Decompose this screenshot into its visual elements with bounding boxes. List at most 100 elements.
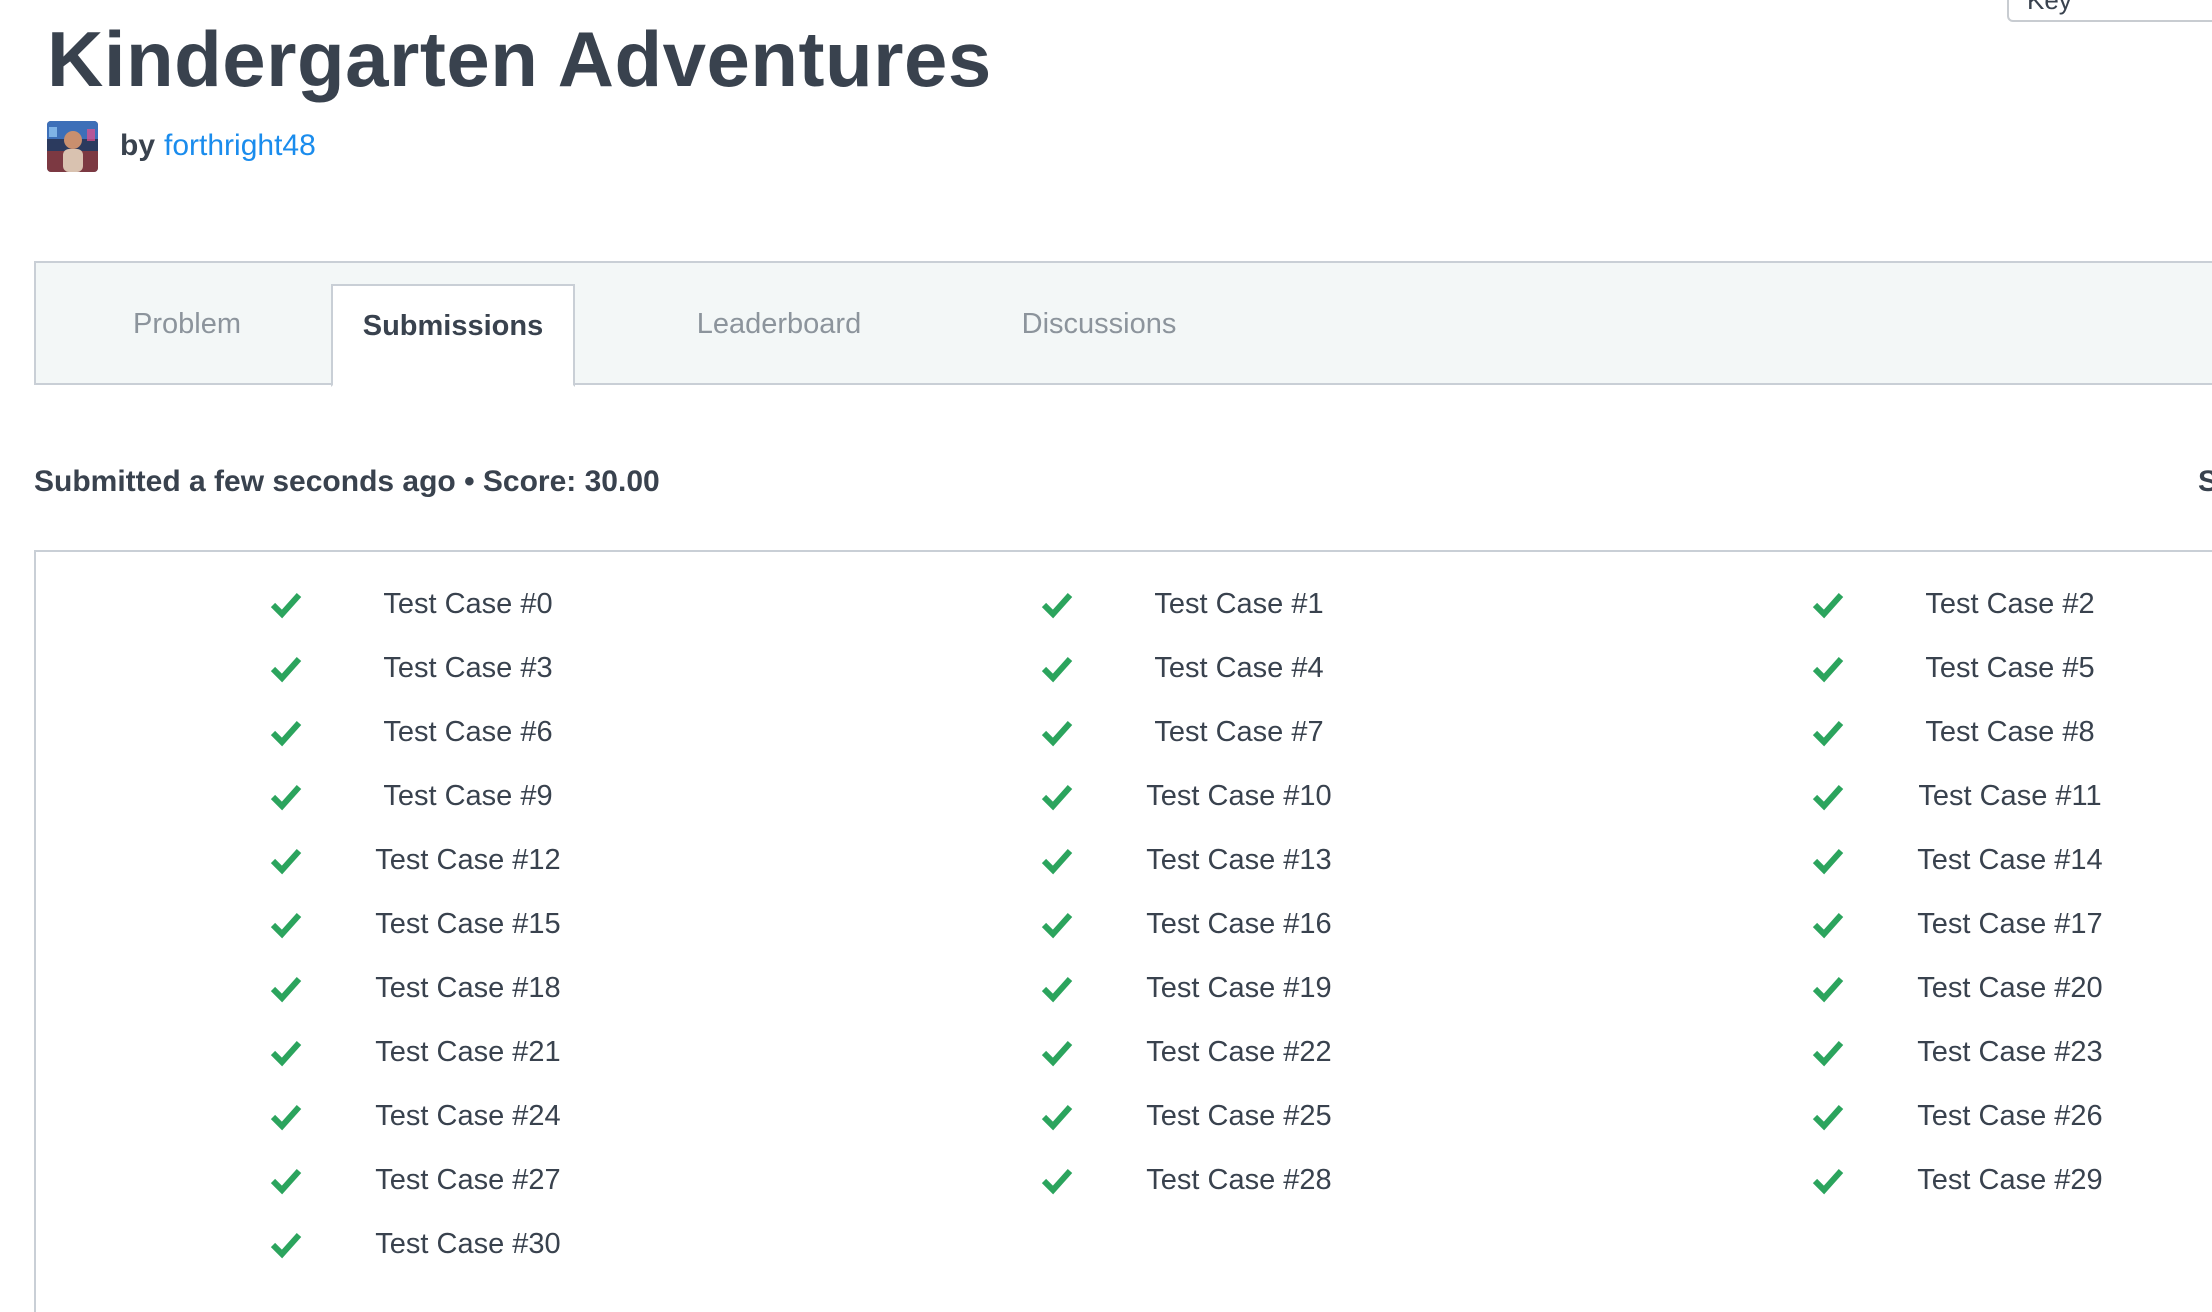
test-case-item[interactable]: Test Case #27	[270, 1148, 610, 1212]
test-case-item[interactable]: Test Case #18	[270, 956, 610, 1020]
test-case-label: Test Case #10	[1146, 779, 1332, 812]
test-case-item[interactable]: Test Case #28	[1041, 1148, 1381, 1212]
page: Key Kindergarten Adventures by forthrigh…	[0, 0, 2212, 1312]
check-icon	[270, 1040, 302, 1067]
check-icon	[270, 656, 302, 683]
test-case-item[interactable]: Test Case #3	[270, 636, 610, 700]
test-case-item[interactable]: Test Case #9	[270, 764, 610, 828]
test-case-label: Test Case #25	[1146, 1099, 1332, 1132]
key-field[interactable]: Key	[2007, 0, 2212, 22]
check-icon	[1041, 1168, 1073, 1195]
check-icon	[1041, 592, 1073, 619]
test-case-item[interactable]: Test Case #19	[1041, 956, 1381, 1020]
test-case-item[interactable]: Test Case #2	[1812, 572, 2152, 636]
check-icon	[1041, 720, 1073, 747]
check-icon	[1812, 720, 1844, 747]
check-icon	[1041, 656, 1073, 683]
test-case-item[interactable]: Test Case #13	[1041, 828, 1381, 892]
test-case-label: Test Case #6	[383, 715, 553, 748]
tabs-bar: Problem Submissions Leaderboard Discussi…	[34, 261, 2212, 387]
test-case-label: Test Case #20	[1917, 971, 2103, 1004]
test-case-item[interactable]: Test Case #16	[1041, 892, 1381, 956]
test-case-item[interactable]: Test Case #10	[1041, 764, 1381, 828]
check-icon	[1041, 1104, 1073, 1131]
check-icon	[1812, 1168, 1844, 1195]
check-icon	[1812, 784, 1844, 811]
test-case-label: Test Case #19	[1146, 971, 1332, 1004]
by-label: by	[120, 129, 156, 162]
tab-problem[interactable]: Problem	[74, 263, 300, 385]
check-icon	[1812, 1104, 1844, 1131]
test-case-item[interactable]: Test Case #20	[1812, 956, 2152, 1020]
test-case-item[interactable]: Test Case #25	[1041, 1084, 1381, 1148]
test-case-item[interactable]: Test Case #14	[1812, 828, 2152, 892]
check-icon	[270, 592, 302, 619]
test-case-label: Test Case #7	[1154, 715, 1324, 748]
check-icon	[1812, 656, 1844, 683]
check-icon	[1041, 784, 1073, 811]
test-case-item[interactable]: Test Case #17	[1812, 892, 2152, 956]
test-case-item[interactable]: Test Case #21	[270, 1020, 610, 1084]
test-case-label: Test Case #1	[1154, 587, 1324, 620]
challenge-title: Kindergarten Adventures	[47, 15, 992, 103]
submission-status: Submitted a few seconds ago • Score: 30.…	[34, 465, 660, 498]
test-case-item[interactable]: Test Case #24	[270, 1084, 610, 1148]
check-icon	[270, 1104, 302, 1131]
test-case-item[interactable]: Test Case #11	[1812, 764, 2152, 828]
check-icon	[1812, 592, 1844, 619]
tab-discussions[interactable]: Discussions	[974, 263, 1224, 385]
check-icon	[1041, 1040, 1073, 1067]
test-case-label: Test Case #23	[1917, 1035, 2103, 1068]
test-case-item[interactable]: Test Case #23	[1812, 1020, 2152, 1084]
test-case-label: Test Case #18	[375, 971, 561, 1004]
test-case-label: Test Case #24	[375, 1099, 561, 1132]
test-case-item[interactable]: Test Case #0	[270, 572, 610, 636]
test-case-label: Test Case #2	[1925, 587, 2095, 620]
check-icon	[1812, 912, 1844, 939]
tab-leaderboard[interactable]: Leaderboard	[656, 263, 902, 385]
tab-submissions[interactable]: Submissions	[331, 284, 575, 387]
test-case-item[interactable]: Test Case #30	[270, 1212, 610, 1276]
test-case-item[interactable]: Test Case #1	[1041, 572, 1381, 636]
test-case-item[interactable]: Test Case #6	[270, 700, 610, 764]
test-case-label: Test Case #22	[1146, 1035, 1332, 1068]
test-case-label: Test Case #15	[375, 907, 561, 940]
test-case-item[interactable]: Test Case #12	[270, 828, 610, 892]
test-case-label: Test Case #26	[1917, 1099, 2103, 1132]
test-case-label: Test Case #17	[1917, 907, 2103, 940]
test-case-item[interactable]: Test Case #26	[1812, 1084, 2152, 1148]
test-case-label: Test Case #11	[1918, 779, 2102, 812]
check-icon	[270, 1168, 302, 1195]
test-case-item[interactable]: Test Case #7	[1041, 700, 1381, 764]
test-case-label: Test Case #9	[383, 779, 553, 812]
test-case-item[interactable]: Test Case #8	[1812, 700, 2152, 764]
check-icon	[270, 1232, 302, 1259]
status-right-cut: S	[2198, 465, 2212, 498]
test-case-label: Test Case #29	[1917, 1163, 2103, 1196]
author-link[interactable]: forthright48	[164, 129, 316, 163]
test-case-label: Test Case #8	[1925, 715, 2095, 748]
check-icon	[1041, 848, 1073, 875]
check-icon	[1041, 976, 1073, 1003]
test-results-panel: Test Case #0 Test Case #1 Test Case #2 Test…	[34, 550, 2212, 1312]
test-case-label: Test Case #3	[383, 651, 553, 684]
test-case-item[interactable]: Test Case #4	[1041, 636, 1381, 700]
test-case-item[interactable]: Test Case #22	[1041, 1020, 1381, 1084]
test-case-label: Test Case #16	[1146, 907, 1332, 940]
test-case-item[interactable]: Test Case #5	[1812, 636, 2152, 700]
author-avatar[interactable]	[47, 120, 98, 172]
test-case-label: Test Case #13	[1146, 843, 1332, 876]
test-case-label: Test Case #14	[1917, 843, 2103, 876]
test-case-item[interactable]: Test Case #29	[1812, 1148, 2152, 1212]
check-icon	[270, 912, 302, 939]
check-icon	[270, 848, 302, 875]
test-case-item[interactable]: Test Case #15	[270, 892, 610, 956]
test-case-label: Test Case #27	[375, 1163, 561, 1196]
test-case-label: Test Case #12	[375, 843, 561, 876]
check-icon	[270, 784, 302, 811]
test-case-label: Test Case #5	[1925, 651, 2095, 684]
check-icon	[270, 720, 302, 747]
check-icon	[270, 976, 302, 1003]
check-icon	[1812, 848, 1844, 875]
test-case-label: Test Case #21	[375, 1035, 561, 1068]
